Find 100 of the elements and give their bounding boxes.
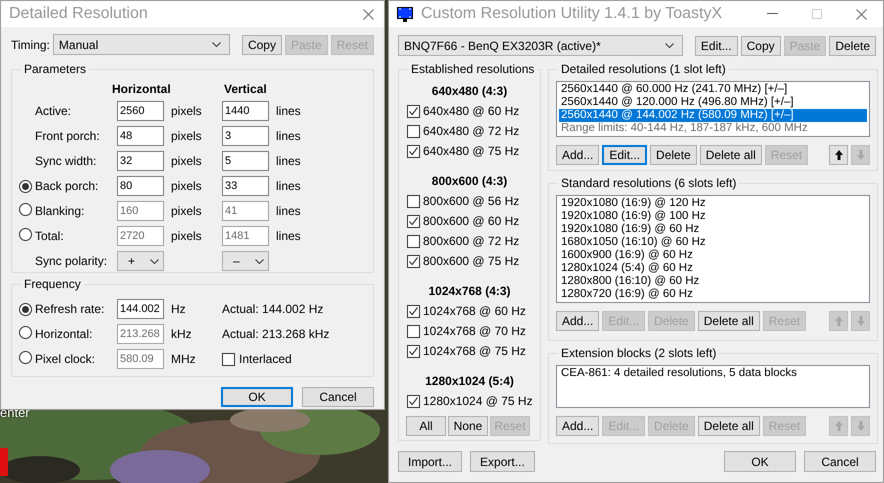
input-field[interactable]: 2560 (117, 101, 164, 121)
list-item[interactable]: 1920x1080 (16:9) @ 120 Hz (559, 197, 867, 210)
unit-label: lines (275, 154, 302, 168)
push-button[interactable]: Add... (556, 145, 600, 165)
checkbox-label: 640x480 @ 75 Hz (423, 144, 520, 158)
checkbox[interactable] (407, 344, 420, 358)
list-item[interactable]: 1920x1080 (16:9) @ 60 Hz (559, 223, 867, 236)
radio-button[interactable] (19, 303, 32, 316)
push-button[interactable]: Cancel (302, 387, 374, 407)
checkbox-label: 800x600 @ 72 Hz (423, 234, 520, 248)
input-field[interactable]: 33 (222, 176, 269, 196)
push-button[interactable]: Copy (740, 36, 781, 56)
checkbox[interactable] (407, 304, 420, 318)
push-button[interactable]: Delete all (698, 416, 760, 436)
monitor-icon (397, 6, 413, 22)
caret-icon (212, 42, 222, 47)
list-item[interactable]: 1280x800 (16:10) @ 60 Hz (559, 275, 867, 288)
checkbox[interactable] (407, 104, 420, 118)
group-title: Frequency (23, 278, 82, 291)
polarity-dropdown[interactable]: – (222, 251, 269, 271)
unit-label: lines (275, 204, 302, 218)
checkbox[interactable] (407, 254, 420, 268)
up-arrow-icon (834, 149, 844, 161)
caret-icon (150, 258, 159, 264)
timing-dropdown[interactable]: Manual (52, 34, 230, 55)
input-field[interactable]: 1440 (222, 101, 269, 121)
input-field[interactable]: 3 (222, 126, 269, 146)
field-label: Total: (35, 229, 65, 243)
radio-button[interactable] (19, 180, 32, 193)
unit-label: kHz (170, 327, 193, 341)
checkbox-label: Interlaced (239, 352, 292, 366)
polarity-dropdown[interactable]: + (117, 251, 164, 271)
list-item[interactable]: 1280x1024 (5:4) @ 60 Hz (559, 262, 867, 275)
checkbox[interactable] (407, 194, 420, 208)
push-button[interactable]: OK (724, 451, 796, 472)
push-button[interactable]: Delete all (700, 145, 762, 165)
unit-label: lines (275, 129, 302, 143)
field-label: Back porch: (35, 179, 100, 193)
unit-label: pixels (170, 179, 203, 193)
input-field[interactable]: 144.002 (117, 299, 164, 319)
push-button[interactable]: Copy (242, 34, 282, 54)
input-field[interactable]: 5 (222, 151, 269, 171)
input-field[interactable]: 32 (117, 151, 164, 171)
window-title: Detailed Resolution (9, 5, 149, 23)
push-button[interactable]: Add... (556, 416, 600, 436)
actual-value: Actual: 213.268 kHz (222, 327, 330, 341)
arrow-button[interactable] (829, 145, 848, 165)
list-item[interactable]: 2560x1440 @ 120.000 Hz (496.80 MHz) [+/–] (559, 96, 867, 109)
unit-label: pixels (170, 229, 203, 243)
push-button[interactable]: Import... (398, 451, 462, 472)
checkbox-label: 640x480 @ 60 Hz (423, 104, 520, 118)
list-item[interactable]: 2560x1440 @ 60.000 Hz (241.70 MHz) [+/–] (559, 83, 867, 96)
checkbox[interactable] (407, 394, 420, 408)
group-heading: 1024x768 (4:3) (428, 283, 511, 300)
list-item[interactable]: 1920x1080 (16:9) @ 100 Hz (559, 210, 867, 223)
list-item[interactable]: 1280x720 (16:9) @ 60 Hz (559, 288, 867, 301)
input-field[interactable]: 48 (117, 126, 164, 146)
group-title: Extension blocks (2 slots left) (560, 347, 718, 360)
push-button[interactable]: Edit... (602, 145, 648, 165)
field-label: Horizontal: (35, 327, 94, 341)
checkbox[interactable] (407, 214, 420, 228)
group-heading: 800x600 (4:3) (432, 173, 508, 190)
field-label: Sync width: (35, 154, 98, 168)
list-item[interactable]: 2560x1440 @ 144.002 Hz (580.09 MHz) [+/–] (559, 109, 867, 122)
push-button[interactable]: Cancel (804, 451, 876, 472)
list-item[interactable]: 1680x1050 (16:10) @ 60 Hz (559, 236, 867, 249)
field-label: Timing: (11, 38, 50, 52)
push-button[interactable]: Delete (650, 145, 697, 165)
checkbox-label: 1280x1024 @ 75 Hz (423, 394, 533, 408)
checkbox-label: 800x600 @ 56 Hz (423, 194, 520, 208)
field-label: Blanking: (35, 204, 86, 218)
field-label: Front porch: (35, 129, 101, 143)
checkbox[interactable] (407, 144, 420, 158)
push-button[interactable]: None (448, 416, 488, 436)
down-arrow-icon (856, 420, 866, 432)
push-button[interactable]: Delete all (698, 311, 760, 331)
unit-label: pixels (170, 129, 203, 143)
checkbox[interactable] (407, 124, 420, 138)
checkbox[interactable] (407, 234, 420, 248)
minimize-icon[interactable] (767, 13, 778, 15)
checkbox[interactable] (407, 324, 420, 338)
push-button[interactable]: All (406, 416, 446, 436)
list-item[interactable]: CEA-861: 4 detailed resolutions, 5 data blocks (559, 367, 867, 380)
close-icon[interactable] (856, 8, 867, 20)
window-title: Custom Resolution Utility 1.4.1 by ToastyX (421, 5, 724, 23)
push-button[interactable]: Add... (556, 311, 600, 331)
column-header: Vertical (224, 82, 268, 96)
down-arrow-icon (856, 149, 866, 161)
push-button[interactable]: Export... (470, 451, 535, 472)
close-icon[interactable] (363, 8, 374, 20)
push-button[interactable]: OK (221, 387, 293, 407)
down-arrow-icon (856, 315, 866, 327)
push-button[interactable]: Edit... (694, 36, 738, 56)
display-dropdown[interactable]: BNQ7F66 - BenQ EX3203R (active)* (398, 35, 684, 56)
field-label: Pixel clock: (35, 352, 96, 366)
group-heading: 1280x1024 (5:4) (425, 373, 514, 390)
unit-label: lines (275, 179, 302, 193)
list-item[interactable]: 1600x900 (16:9) @ 60 Hz (559, 249, 867, 262)
push-button[interactable]: Delete (829, 36, 876, 56)
input-field[interactable]: 80 (117, 176, 164, 196)
